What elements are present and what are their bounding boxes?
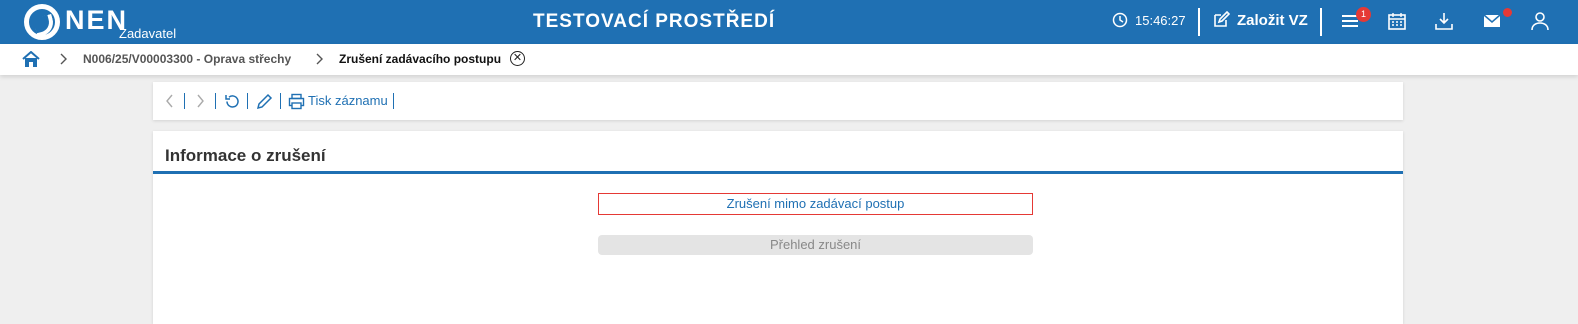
header-divider xyxy=(1198,8,1200,36)
print-button[interactable] xyxy=(288,82,305,120)
home-icon[interactable] xyxy=(22,51,40,68)
toolbar-divider xyxy=(184,93,185,109)
header-divider xyxy=(1320,8,1322,36)
top-header: NEN Zadavatel TESTOVACÍ PROSTŘEDÍ 15:46:… xyxy=(0,0,1578,44)
cancellation-overview-button[interactable]: Přehled zrušení xyxy=(598,235,1033,255)
pencil-icon xyxy=(256,93,273,109)
record-toolbar: Tisk záznamu xyxy=(153,82,1403,120)
mail-unread-dot xyxy=(1503,8,1512,17)
chevron-right-icon xyxy=(60,53,67,65)
next-button[interactable] xyxy=(196,82,205,120)
panel-divider xyxy=(153,171,1403,174)
chevron-right-icon xyxy=(316,53,323,65)
toolbar-divider xyxy=(215,93,216,109)
chevron-right-icon xyxy=(197,94,204,108)
clock-icon xyxy=(1112,12,1128,28)
toolbar-divider xyxy=(247,93,248,109)
breadcrumb-item-current: Zrušení zadávacího postupu xyxy=(339,52,502,66)
nen-logo-icon[interactable] xyxy=(24,4,60,40)
mail-icon[interactable] xyxy=(1482,11,1502,31)
breadcrumb: N006/25/V00003300 - Oprava střechy Zruše… xyxy=(0,44,1578,75)
toolbar-divider xyxy=(280,93,281,109)
create-vz-label: Založit VZ xyxy=(1237,11,1308,29)
environment-label: TESTOVACÍ PROSTŘEDÍ xyxy=(533,11,776,32)
panel-title: Informace o zrušení xyxy=(165,146,326,165)
edit-icon xyxy=(1214,11,1230,27)
session-clock: 15:46:27 xyxy=(1112,12,1186,28)
calendar-icon[interactable] xyxy=(1387,11,1407,31)
cancellation-panel: Informace o zrušení Zrušení mimo zadávac… xyxy=(153,131,1403,324)
cancel-outside-procedure-button[interactable]: Zrušení mimo zadávací postup xyxy=(598,193,1033,215)
download-icon[interactable] xyxy=(1434,11,1454,31)
user-icon[interactable] xyxy=(1530,11,1550,31)
create-vz-button[interactable]: Založit VZ xyxy=(1212,11,1308,29)
previous-button[interactable] xyxy=(165,82,174,120)
toolbar-divider xyxy=(393,93,394,109)
breadcrumb-item-contract[interactable]: N006/25/V00003300 - Oprava střechy xyxy=(83,52,291,66)
printer-icon xyxy=(288,93,305,109)
logo-subtitle: Zadavatel xyxy=(119,26,177,41)
refresh-icon xyxy=(225,94,239,108)
edit-button[interactable] xyxy=(256,82,273,120)
refresh-button[interactable] xyxy=(224,82,241,120)
session-time: 15:46:27 xyxy=(1135,12,1186,28)
close-icon[interactable]: ✕ xyxy=(510,51,525,66)
notification-badge: 1 xyxy=(1356,7,1371,22)
chevron-left-icon xyxy=(166,94,173,108)
print-label[interactable]: Tisk záznamu xyxy=(308,93,388,108)
